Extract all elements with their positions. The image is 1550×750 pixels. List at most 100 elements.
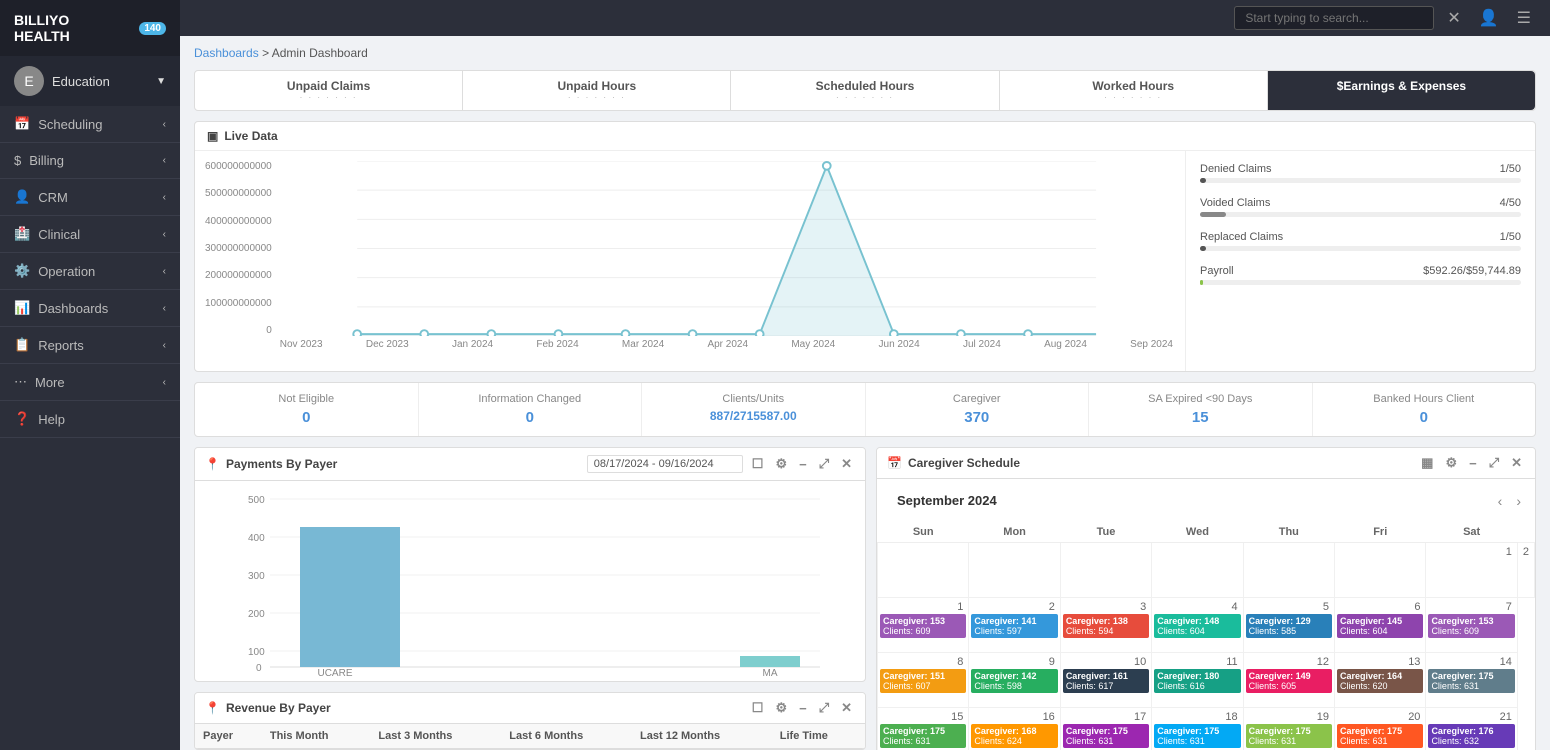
calendar-cell: 20Caregiver: 175Clients: 631 bbox=[1335, 708, 1426, 750]
calendar-event[interactable]: Caregiver: 138Clients: 594 bbox=[1063, 614, 1149, 638]
caregiver-schedule-panel: 📅 Caregiver Schedule ▦ ⚙ − ⤢ ✕ September… bbox=[876, 447, 1536, 750]
close-icon[interactable]: ✕ bbox=[1442, 6, 1465, 30]
calendar-event[interactable]: Caregiver: 153Clients: 609 bbox=[880, 614, 966, 638]
revenue-header: 📍 Revenue By Payer ☐ ⚙ − ⤢ ✕ bbox=[195, 693, 865, 724]
calendar-event[interactable]: Caregiver: 164Clients: 620 bbox=[1337, 669, 1423, 693]
calendar-event[interactable]: Caregiver: 175Clients: 631 bbox=[1246, 724, 1332, 748]
calendar-event[interactable]: Caregiver: 176Clients: 632 bbox=[1428, 724, 1514, 748]
user-icon[interactable]: 👤 bbox=[1474, 6, 1504, 30]
sidebar-user-label: Education bbox=[52, 74, 110, 89]
cal-expand-icon[interactable]: ⤢ bbox=[1486, 455, 1502, 471]
tab-unpaid-hours[interactable]: Unpaid Hours · · · · · · · bbox=[463, 71, 731, 110]
sidebar-item-crm[interactable]: 👤CRM ‹ bbox=[0, 179, 180, 216]
main-area: ✕ 👤 ☰ Dashboards > Admin Dashboard Unpai… bbox=[180, 0, 1550, 750]
calendar-event[interactable]: Caregiver: 149Clients: 605 bbox=[1246, 669, 1332, 693]
calendar-cell: 6Caregiver: 145Clients: 604 bbox=[1335, 598, 1426, 653]
sidebar-item-dashboards[interactable]: 📊Dashboards ‹ bbox=[0, 290, 180, 327]
sidebar-item-more[interactable]: ⋯More ‹ bbox=[0, 364, 180, 401]
calendar-event[interactable]: Caregiver: 148Clients: 604 bbox=[1154, 614, 1240, 638]
revenue-minimize-icon[interactable]: − bbox=[796, 701, 810, 716]
revenue-table: Payer This Month Last 3 Months Last 6 Mo… bbox=[195, 724, 865, 749]
calendar-cell bbox=[969, 543, 1060, 598]
sidebar-item-clinical[interactable]: 🏥Clinical ‹ bbox=[0, 216, 180, 253]
revenue-settings-icon[interactable]: ⚙ bbox=[772, 700, 790, 716]
calendar-cell: 13Caregiver: 164Clients: 620 bbox=[1335, 653, 1426, 708]
app-title: BILLIYO HEALTH bbox=[14, 12, 127, 44]
user-avatar: E bbox=[14, 66, 44, 96]
calendar-event[interactable]: Caregiver: 180Clients: 616 bbox=[1154, 669, 1240, 693]
calendar-event[interactable]: Caregiver: 141Clients: 597 bbox=[971, 614, 1057, 638]
cal-settings-icon[interactable]: ⚙ bbox=[1442, 455, 1460, 471]
cal-minimize-icon[interactable]: − bbox=[1466, 456, 1480, 471]
calendar-event[interactable]: Caregiver: 161Clients: 617 bbox=[1063, 669, 1149, 693]
revenue-by-payer-panel: 📍 Revenue By Payer ☐ ⚙ − ⤢ ✕ bbox=[194, 692, 866, 750]
cal-prev-btn[interactable]: ‹ bbox=[1494, 493, 1507, 509]
sidebar-item-help[interactable]: ❓Help bbox=[0, 401, 180, 438]
calendar-header: 📅 Caregiver Schedule ▦ ⚙ − ⤢ ✕ bbox=[877, 448, 1535, 479]
calendar-event[interactable]: Caregiver: 145Clients: 604 bbox=[1337, 614, 1423, 638]
svg-text:400: 400 bbox=[248, 533, 265, 544]
clinical-chevron: ‹ bbox=[163, 229, 166, 240]
search-input[interactable] bbox=[1234, 6, 1434, 30]
calendar-event[interactable]: Caregiver: 129Clients: 585 bbox=[1246, 614, 1332, 638]
calendar-event[interactable]: Caregiver: 151Clients: 607 bbox=[880, 669, 966, 693]
calendar-icon: 📅 bbox=[887, 456, 902, 470]
clinical-icon: 🏥 bbox=[14, 226, 30, 242]
calendar-event[interactable]: Caregiver: 142Clients: 598 bbox=[971, 669, 1057, 693]
payments-settings-icon[interactable]: ⚙ bbox=[772, 456, 790, 472]
calendar-cell: 1 bbox=[1426, 543, 1517, 598]
sidebar-item-scheduling[interactable]: 📅Scheduling ‹ bbox=[0, 106, 180, 143]
calendar-cell: 11Caregiver: 180Clients: 616 bbox=[1152, 653, 1243, 708]
tab-earnings[interactable]: $Earnings & Expenses bbox=[1268, 71, 1535, 110]
cal-grid-icon[interactable]: ▦ bbox=[1418, 455, 1436, 471]
reports-chevron: ‹ bbox=[163, 340, 166, 351]
calendar-month-nav: September 2024 ‹ › bbox=[877, 479, 1535, 522]
calendar-cell bbox=[1152, 543, 1243, 598]
calendar-event[interactable]: Caregiver: 175Clients: 631 bbox=[1428, 669, 1514, 693]
tab-scheduled-hours[interactable]: Scheduled Hours · · · · · · · bbox=[731, 71, 999, 110]
cal-next-btn[interactable]: › bbox=[1512, 493, 1525, 509]
revenue-checkbox[interactable]: ☐ bbox=[749, 700, 767, 716]
menu-icon[interactable]: ☰ bbox=[1512, 6, 1536, 30]
payments-checkbox[interactable]: ☐ bbox=[749, 456, 767, 472]
tab-unpaid-claims[interactable]: Unpaid Claims · · · · · · · bbox=[195, 71, 463, 110]
operation-chevron: ‹ bbox=[163, 266, 166, 277]
payments-date-range[interactable] bbox=[587, 455, 743, 473]
sidebar-user[interactable]: E Education ▼ bbox=[0, 56, 180, 106]
payments-expand-icon[interactable]: ⤢ bbox=[816, 456, 832, 472]
calendar-cell: 14Caregiver: 175Clients: 631 bbox=[1426, 653, 1517, 708]
lower-left: 📍 Payments By Payer ☐ ⚙ − ⤢ ✕ bbox=[194, 447, 866, 750]
calendar-event[interactable]: Caregiver: 175Clients: 631 bbox=[1063, 724, 1149, 748]
calendar-event[interactable]: Caregiver: 175Clients: 631 bbox=[1154, 724, 1240, 748]
calendar-cell: 12Caregiver: 149Clients: 605 bbox=[1243, 653, 1334, 708]
payments-close-icon[interactable]: ✕ bbox=[838, 456, 855, 472]
breadcrumb-parent[interactable]: Dashboards bbox=[194, 46, 259, 60]
topbar: ✕ 👤 ☰ bbox=[180, 0, 1550, 36]
payments-minimize-icon[interactable]: − bbox=[796, 457, 810, 472]
calendar-cell bbox=[1243, 543, 1334, 598]
help-icon: ❓ bbox=[14, 411, 30, 427]
live-data-header: ▣ Live Data bbox=[195, 122, 1535, 151]
sidebar-item-billing[interactable]: $Billing ‹ bbox=[0, 143, 180, 179]
calendar-cell: 21Caregiver: 176Clients: 632 bbox=[1426, 708, 1517, 750]
sidebar-item-reports[interactable]: 📋Reports ‹ bbox=[0, 327, 180, 364]
lower-right: 📅 Caregiver Schedule ▦ ⚙ − ⤢ ✕ September… bbox=[876, 447, 1536, 750]
dashboards-chevron: ‹ bbox=[163, 303, 166, 314]
revenue-expand-icon[interactable]: ⤢ bbox=[816, 700, 832, 716]
calendar-event[interactable]: Caregiver: 175Clients: 631 bbox=[1337, 724, 1423, 748]
tab-worked-hours[interactable]: Worked Hours · · · · · · · bbox=[1000, 71, 1268, 110]
calendar-cell bbox=[1335, 543, 1426, 598]
sidebar-item-operation[interactable]: ⚙️Operation ‹ bbox=[0, 253, 180, 290]
svg-text:200: 200 bbox=[248, 609, 265, 620]
info-changed-stat: Information Changed 0 bbox=[419, 383, 643, 436]
revenue-close-icon[interactable]: ✕ bbox=[838, 700, 855, 716]
calendar-cell: 8Caregiver: 151Clients: 607 bbox=[878, 653, 969, 708]
calendar-event[interactable]: Caregiver: 175Clients: 631 bbox=[880, 724, 966, 748]
replaced-claims-stat: Replaced Claims 1/50 bbox=[1200, 231, 1521, 251]
svg-text:300: 300 bbox=[248, 571, 265, 582]
calendar-cell: 19Caregiver: 175Clients: 631 bbox=[1243, 708, 1334, 750]
cal-close-icon[interactable]: ✕ bbox=[1508, 455, 1525, 471]
calendar-event[interactable]: Caregiver: 168Clients: 624 bbox=[971, 724, 1057, 748]
calendar-event[interactable]: Caregiver: 153Clients: 609 bbox=[1428, 614, 1514, 638]
crm-chevron: ‹ bbox=[163, 192, 166, 203]
